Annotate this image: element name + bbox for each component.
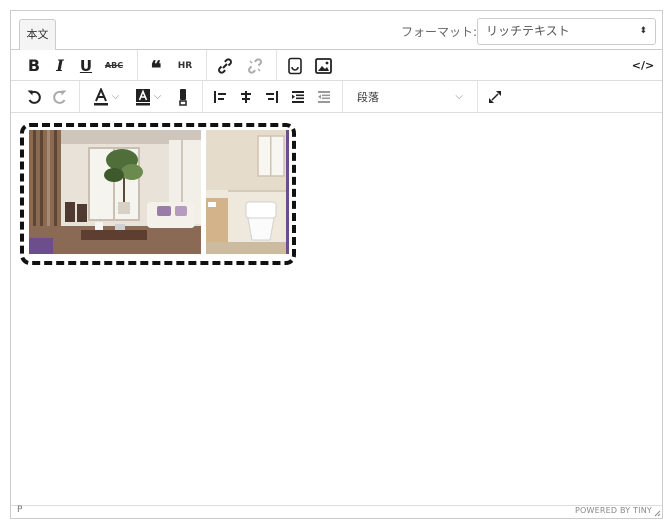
block-format-value: 段落 [357,90,379,104]
link-button[interactable] [213,53,237,78]
text-color-icon [93,87,108,105]
chevron-down-icon: ⌵ [111,91,120,102]
highlight-icon [135,88,150,105]
status-bar: P POWERED BY TINY [11,505,662,518]
powered-by-branding[interactable]: POWERED BY TINY [575,506,652,515]
redo-icon [53,90,67,104]
tab-body[interactable]: 本文 [19,19,56,50]
resize-handle-icon[interactable] [654,510,661,517]
redo-button[interactable] [49,84,71,109]
unlink-icon [248,57,262,74]
indent-icon [292,90,304,103]
fullscreen-button[interactable] [483,84,507,109]
source-code-button[interactable]: </> [631,53,655,78]
align-right-button[interactable] [261,84,283,109]
outdent-button[interactable] [313,84,335,109]
highlight-color-button[interactable]: ⌵ [129,84,167,109]
editor-frame: 本文 フォーマット: リッチテキスト ⬍ B I U ABC ❝ HR </> … [10,10,663,519]
chevron-down-icon: ⌵ [455,91,463,102]
select-arrows-icon: ⬍ [639,26,647,36]
text-color-button[interactable]: ⌵ [87,84,125,109]
horizontal-rule-button[interactable]: HR [173,53,197,78]
blockquote-button[interactable]: ❝ [145,53,167,78]
underline-button[interactable]: U [75,53,97,78]
image-selection-highlight [20,123,296,265]
undo-button[interactable] [23,84,45,109]
indent-button[interactable] [287,84,309,109]
link-icon [218,57,232,74]
editor-tab-bar: 本文 フォーマット: リッチテキスト ⬍ [11,11,662,50]
align-left-button[interactable] [209,84,231,109]
toolbar-divider [137,50,138,80]
align-left-icon [214,90,226,103]
image-icon [314,57,332,74]
template-button[interactable] [283,53,307,78]
strikethrough-button[interactable]: ABC [101,53,127,78]
toolbar-formatting: B I U ABC ❝ HR </> [11,50,662,81]
bold-button[interactable]: B [23,53,45,78]
clear-format-button[interactable] [173,84,193,109]
toolbar-divider [79,81,80,112]
format-select[interactable]: リッチテキスト ⬍ [477,18,656,45]
toolbar-divider [276,50,277,80]
italic-button[interactable]: I [49,53,71,78]
toolbar-divider [342,81,343,112]
template-icon [288,57,302,74]
format-select-value: リッチテキスト [486,24,570,38]
toolbar-divider [206,50,207,80]
chevron-down-icon: ⌵ [153,91,162,102]
toolbar-layout: ⌵ ⌵ 段落 ⌵ [11,81,662,113]
fullscreen-icon [489,90,501,103]
toolbar-divider [202,81,203,112]
editor-content[interactable] [11,113,662,507]
undo-icon [27,90,41,104]
eraser-icon [179,88,187,106]
element-path[interactable]: P [17,505,22,515]
align-center-button[interactable] [235,84,257,109]
image-button[interactable] [311,53,335,78]
format-label: フォーマット: [400,25,477,39]
unlink-button[interactable] [243,53,267,78]
outdent-icon [318,90,330,103]
block-format-dropdown[interactable]: 段落 ⌵ [349,84,471,109]
align-right-icon [266,90,278,103]
toolbar-divider [477,81,478,112]
align-center-icon [241,90,251,103]
